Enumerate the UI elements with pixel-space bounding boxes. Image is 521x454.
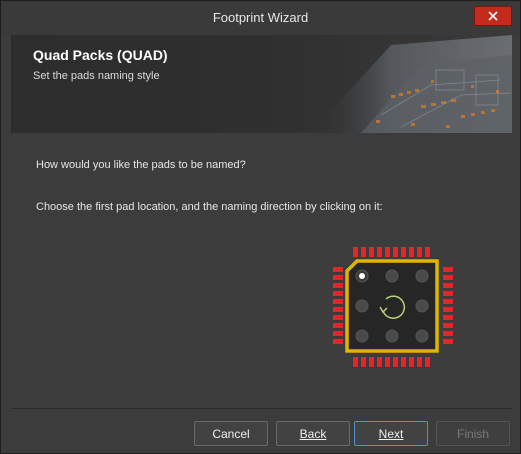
finish-button[interactable]: Finish (436, 421, 510, 446)
pad-location-top-left-selected (359, 273, 365, 279)
pad-location-top-middle[interactable] (385, 269, 399, 283)
cancel-button-label: Cancel (212, 426, 250, 441)
window-title: Footprint Wizard (212, 10, 309, 25)
next-button-label: Next (378, 426, 404, 441)
close-icon (488, 11, 498, 21)
header-banner: Quad Packs (QUAD) Set the pads naming st… (11, 35, 512, 133)
next-button[interactable]: Next (354, 421, 428, 446)
header-subtitle: Set the pads naming style (33, 70, 160, 82)
pcb-banner-image (311, 35, 512, 133)
naming-question: How would you like the pads to be named? (36, 159, 246, 171)
title-bar: Footprint Wizard (1, 1, 520, 35)
footprint-wizard-window: Footprint Wizard Quad Packs (QUAD) Set t… (0, 0, 521, 454)
left-pads (333, 267, 343, 344)
close-button[interactable] (474, 6, 512, 26)
pad-location-bottom-right[interactable] (415, 329, 429, 343)
pad-location-bottom-left[interactable] (355, 329, 369, 343)
pad-location-middle-right[interactable] (415, 299, 429, 313)
pad-location-top-right[interactable] (415, 269, 429, 283)
quad-package-diagram[interactable] (331, 245, 457, 369)
content-area: How would you like the pads to be named?… (11, 133, 512, 408)
bottom-pads (353, 357, 430, 367)
footer-separator (11, 408, 512, 409)
back-button-label: Back (299, 426, 327, 441)
right-pads (443, 267, 453, 344)
naming-instruction: Choose the first pad location, and the n… (36, 201, 383, 213)
top-pads (353, 247, 430, 257)
pad-location-bottom-middle[interactable] (385, 329, 399, 343)
back-button[interactable]: Back (276, 421, 350, 446)
cancel-button[interactable]: Cancel (194, 421, 268, 446)
header-title: Quad Packs (QUAD) (33, 47, 168, 63)
finish-button-label: Finish (456, 426, 489, 441)
pad-location-middle-left[interactable] (355, 299, 369, 313)
